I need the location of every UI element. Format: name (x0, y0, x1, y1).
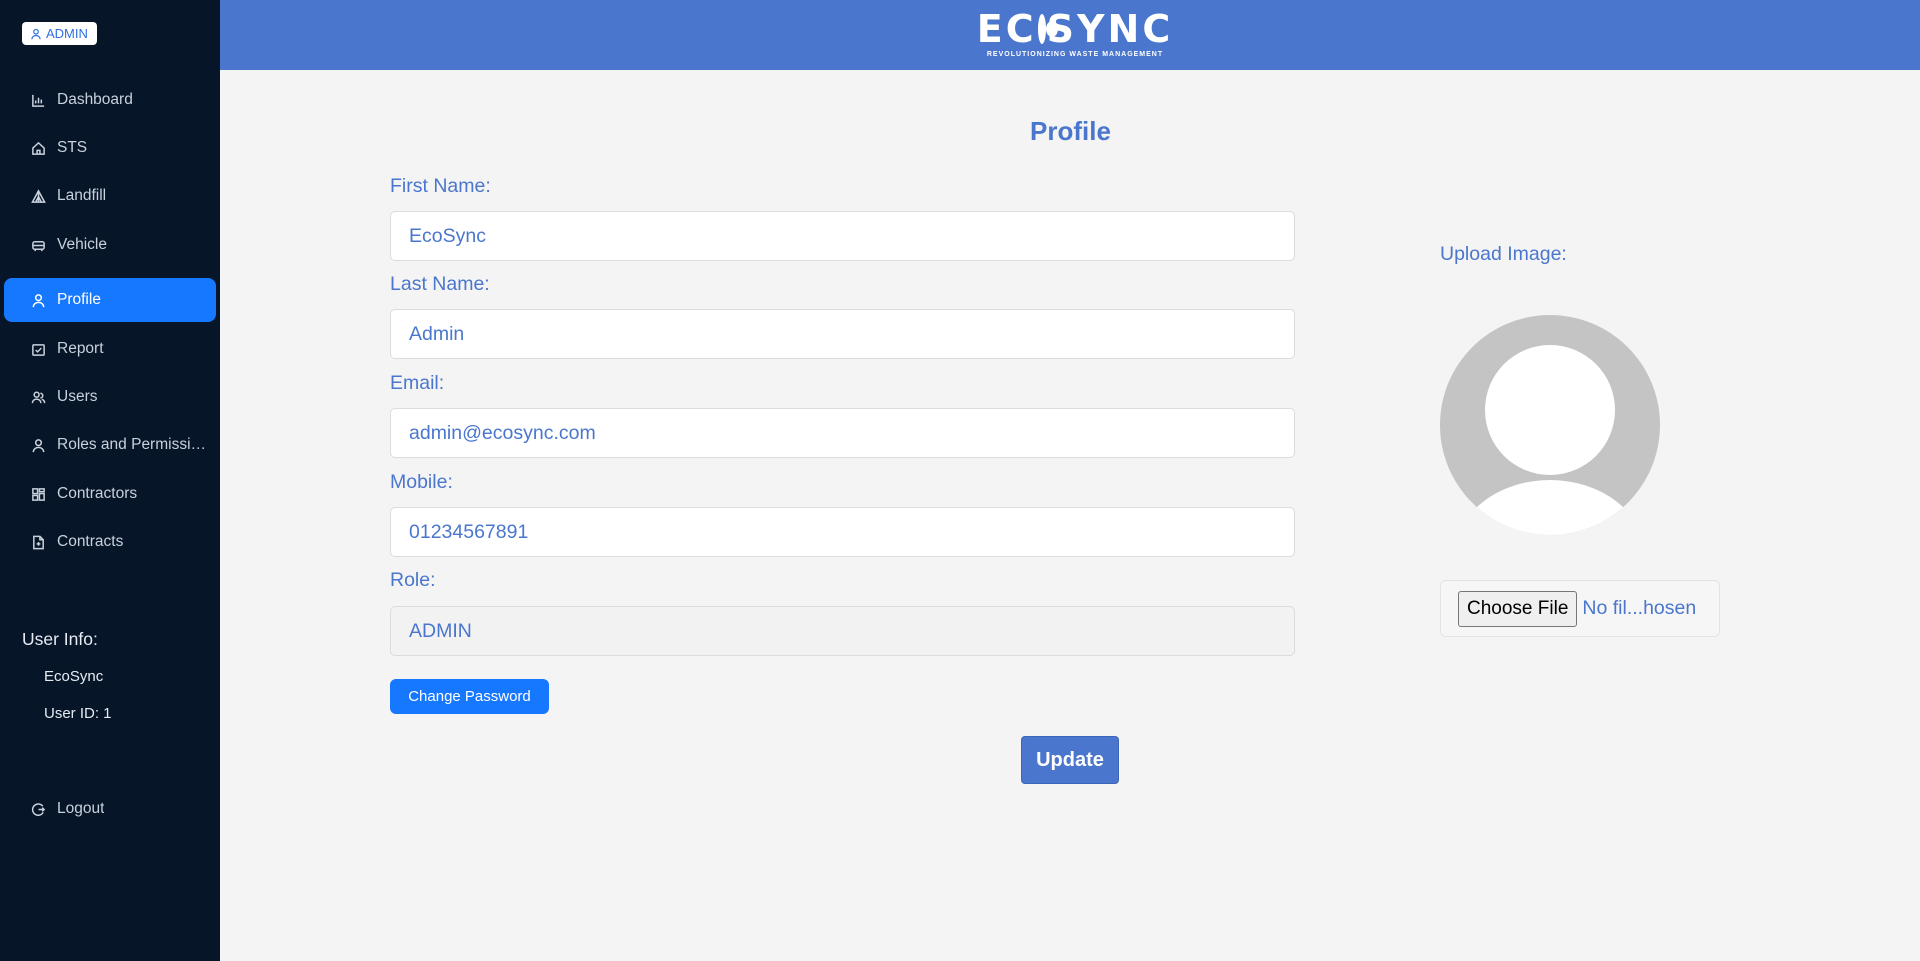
sidebar-item-label: Dashboard (57, 91, 133, 108)
role-label: Role: (390, 569, 436, 591)
logout-icon (30, 801, 46, 817)
sidebar-item-label: Roles and Permissions (57, 436, 207, 453)
change-password-button[interactable]: Change Password (390, 679, 549, 714)
sidebar-item-label: Landfill (57, 187, 107, 204)
user-info-name: EcoSync (44, 668, 104, 685)
sidebar-item-sts[interactable]: STS (4, 126, 216, 170)
sidebar: ADMIN Dashboard STS Landfill Vehicle Pro… (0, 0, 220, 961)
choose-file-button[interactable]: Choose File (1458, 590, 1578, 627)
mobile-label: Mobile: (390, 471, 453, 493)
email-label: Email: (390, 372, 445, 394)
file-status-text: No fil...hosen (1582, 597, 1697, 619)
avatar-body (1455, 480, 1645, 535)
sidebar-item-label: Contractors (57, 485, 138, 502)
logout-button[interactable]: Logout (4, 787, 216, 831)
sidebar-item-vehicle[interactable]: Vehicle (4, 223, 216, 267)
logo-wordmark: EC SYNC (977, 10, 1170, 48)
role-field: ADMIN (390, 606, 1295, 656)
logo-text-left: EC (976, 7, 1037, 51)
file-icon (30, 534, 46, 550)
user-info-title: User Info: (22, 629, 98, 649)
user-info-id: User ID: 1 (44, 705, 112, 722)
triangle-icon (30, 188, 46, 204)
logo-o-icon (1037, 14, 1058, 44)
sidebar-item-label: Users (57, 388, 98, 405)
update-button[interactable]: Update (1021, 736, 1119, 784)
mobile-field[interactable]: 01234567891 (390, 507, 1295, 557)
sidebar-item-roles-and-permissions[interactable]: Roles and Permissions (4, 423, 216, 467)
sidebar-item-label: Profile (57, 291, 101, 308)
car-icon (30, 237, 46, 253)
user-icon (31, 28, 41, 39)
avatar-placeholder (1440, 315, 1660, 535)
first-name-label: First Name: (390, 175, 491, 197)
avatar-head (1485, 345, 1615, 475)
users-icon (30, 389, 46, 405)
top-header: EC SYNC REVOLUTIONIZING WASTE MANAGEMENT (220, 0, 1920, 70)
user-icon (30, 437, 46, 453)
logo-text-right: SYNC (1046, 7, 1174, 51)
sidebar-item-label: Vehicle (57, 236, 107, 253)
logout-label: Logout (57, 800, 105, 817)
sidebar-item-landfill[interactable]: Landfill (4, 174, 216, 218)
sidebar-item-label: STS (57, 139, 88, 156)
sidebar-item-contracts[interactable]: Contracts (4, 520, 216, 564)
logo-tagline: REVOLUTIONIZING WASTE MANAGEMENT (986, 51, 1164, 58)
role-badge: ADMIN (22, 22, 97, 45)
first-name-field[interactable]: EcoSync (390, 211, 1295, 261)
user-icon (30, 292, 46, 308)
email-field[interactable]: admin@ecosync.com (390, 408, 1295, 458)
file-input[interactable]: Choose File No fil...hosen (1440, 580, 1720, 637)
upload-image-label: Upload Image: (1440, 243, 1567, 265)
bar-chart-icon (30, 92, 46, 108)
ecosync-logo: EC SYNC REVOLUTIONIZING WASTE MANAGEMENT (977, 10, 1170, 58)
sidebar-item-report[interactable]: Report (4, 327, 216, 371)
last-name-field[interactable]: Admin (390, 309, 1295, 359)
role-badge-label: ADMIN (46, 26, 88, 41)
home-icon (30, 140, 46, 156)
calendar-check-icon (30, 341, 46, 357)
sidebar-item-label: Report (57, 340, 104, 357)
sidebar-item-profile[interactable]: Profile (4, 278, 216, 322)
sidebar-item-dashboard[interactable]: Dashboard (4, 78, 216, 122)
sidebar-item-contractors[interactable]: Contractors (4, 472, 216, 516)
sidebar-item-users[interactable]: Users (4, 375, 216, 419)
sidebar-item-label: Contracts (57, 533, 124, 550)
page-title: Profile (1030, 116, 1111, 146)
grid-icon (30, 486, 46, 502)
last-name-label: Last Name: (390, 273, 490, 295)
